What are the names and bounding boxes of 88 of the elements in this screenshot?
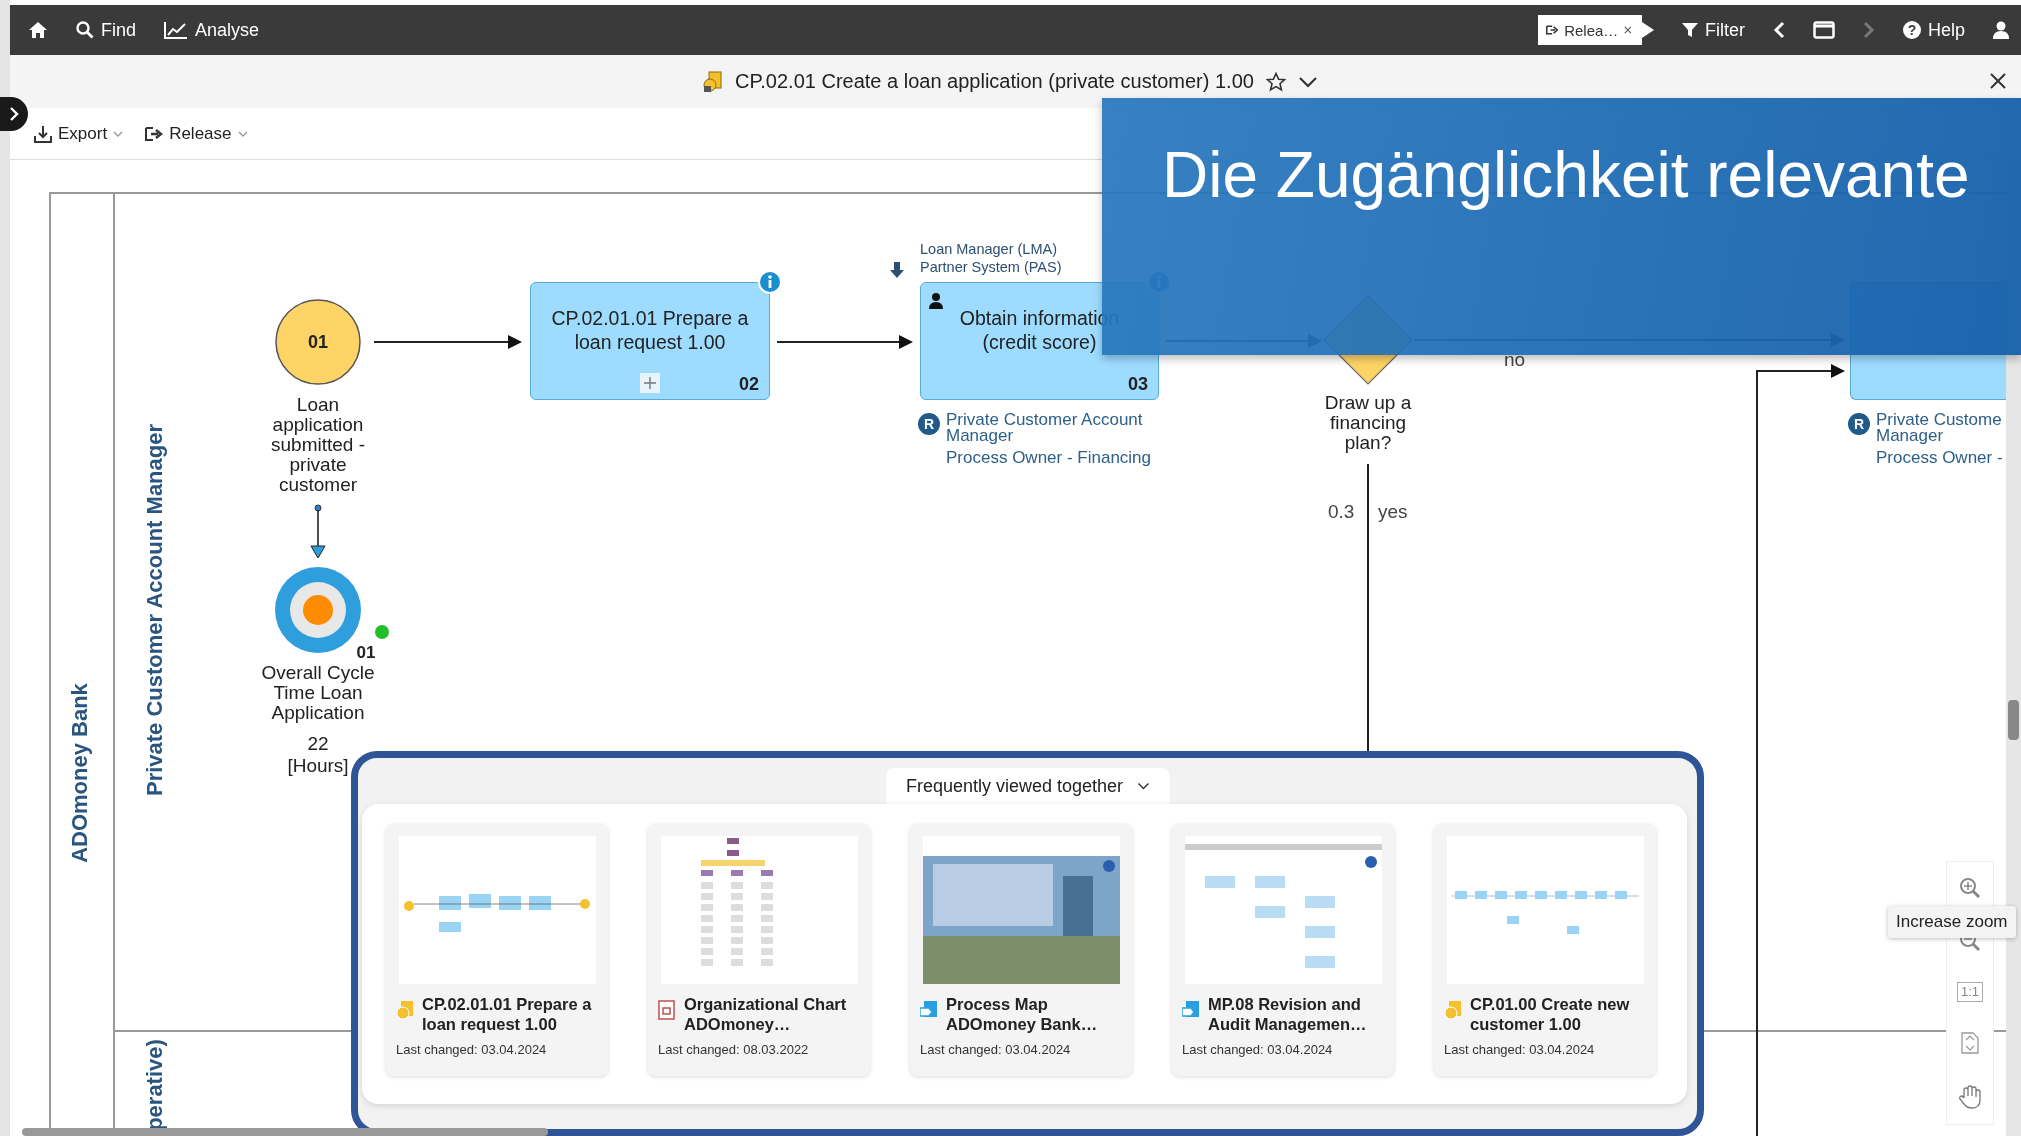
model-card[interactable]: CP.02.01.01 Prepare a loan request 1.00 Last changed: 03.04.2024 <box>386 824 608 1076</box>
filter-icon <box>1681 22 1698 38</box>
role-text[interactable]: Private Customer Account Manager <box>946 412 1156 444</box>
gateway-label: Draw up a financing plan? <box>1323 393 1413 453</box>
hand-icon[interactable] <box>1959 1084 1981 1109</box>
info-icon[interactable] <box>758 270 782 294</box>
process-map-document-icon <box>920 1000 938 1020</box>
zoom-in-icon[interactable] <box>1959 877 1981 900</box>
event-label: Loan application submitted - private customer <box>270 395 366 495</box>
favorite-star-icon[interactable] <box>1265 71 1286 92</box>
scrollbar-thumb[interactable] <box>22 1128 548 1136</box>
search-icon <box>76 21 94 39</box>
event-number: 01 <box>308 331 328 353</box>
release-icon <box>145 125 164 142</box>
expand-sidebar-button[interactable] <box>0 97 28 131</box>
model-card[interactable]: CP.01.00 Create new customer 1.00 Last changed: 03.04.2024 <box>1434 824 1656 1076</box>
model-card[interactable]: Process Map ADOmoney Bank… Last changed: 03.04.2024 <box>910 824 1132 1076</box>
role-text[interactable]: Process Owner - Financing <box>946 450 1156 466</box>
model-card[interactable]: Organizational Chart ADOmoney… Last changed: 08.03.2022 <box>648 824 870 1076</box>
role-badge: R <box>918 413 940 435</box>
close-icon[interactable] <box>1624 25 1632 35</box>
kpi-label: Overall Cycle Time Loan Application <box>260 663 376 723</box>
card-title[interactable]: CP.01.00 Create new customer 1.00 <box>1470 994 1646 1034</box>
kpi-unit: [Hours] <box>286 756 350 776</box>
chevron-down-icon <box>1137 782 1150 790</box>
caret-icon <box>113 129 124 138</box>
card-title[interactable]: CP.02.01.01 Prepare a loan request 1.00 <box>422 994 598 1034</box>
last-changed-date: Last changed: 03.04.2024 <box>396 1042 548 1057</box>
last-changed-date: Last changed: 03.04.2024 <box>1444 1042 1596 1057</box>
release-button[interactable]: Release <box>145 123 248 144</box>
card-title[interactable]: MP.08 Revision and Audit Managemen… <box>1208 994 1384 1034</box>
task-title: CP.02.01.01 Prepare a loan request 1.00 <box>550 306 750 354</box>
scrollbar-thumb[interactable] <box>2008 700 2019 740</box>
download-icon <box>34 124 52 143</box>
pool-label: ADOmoney Bank <box>67 683 93 863</box>
chevron-right-icon <box>9 107 19 121</box>
model-title: CP.02.01 Create a loan application (private customer) 1.00 <box>735 70 1254 93</box>
lane-label: perative) <box>142 1039 168 1131</box>
branch-label: no <box>1504 349 1526 371</box>
actual-size-button[interactable]: 1:1 <box>1956 981 1984 1002</box>
analyse-button[interactable]: Analyse <box>164 13 260 47</box>
card-title[interactable]: Process Map ADOmoney Bank… <box>946 994 1122 1034</box>
kpi-connector-arrow <box>310 504 326 559</box>
caption-text: Die Zugänglichkeit relevante <box>1162 138 1970 212</box>
close-icon[interactable] <box>1990 73 2006 89</box>
status-dot-icon <box>375 625 389 639</box>
lane-label: Private Customer Account Manager <box>142 423 168 797</box>
find-button[interactable]: Find <box>76 13 136 47</box>
branch-probability: 0.3 <box>1328 501 1355 523</box>
user-icon <box>1993 21 2009 39</box>
org-chart-document-icon <box>658 1000 676 1020</box>
start-event-circle[interactable] <box>275 299 361 385</box>
zoom-tooltip: Increase zoom <box>1888 906 2016 938</box>
task-number: 03 <box>1127 374 1148 395</box>
down-arrow-icon <box>890 262 904 278</box>
task-number: 02 <box>738 374 759 395</box>
kpi-number: 01 <box>356 643 376 663</box>
last-changed-date: Last changed: 03.04.2024 <box>1182 1042 1334 1057</box>
export-button[interactable]: Export <box>34 123 124 144</box>
role-text[interactable]: Private Custome Manager <box>1876 412 2002 444</box>
role-badge: R <box>1848 413 1870 435</box>
line-chart-icon <box>164 21 188 39</box>
fit-page-icon[interactable] <box>1961 1032 1979 1055</box>
home-icon <box>28 21 48 39</box>
model-card[interactable]: MP.08 Revision and Audit Managemen… Last changed: 03.04.2024 <box>1172 824 1394 1076</box>
process-document-icon <box>1444 1000 1462 1020</box>
system-annotation: Loan Manager (LMA) Partner System (PAS) <box>920 240 1062 276</box>
help-button[interactable]: ? Help <box>1902 13 1965 47</box>
process-map-document-icon <box>1182 1000 1200 1020</box>
chevron-down-icon[interactable] <box>1297 74 1318 89</box>
chevron-right-icon <box>1862 21 1875 39</box>
expand-subprocess-icon[interactable] <box>640 373 660 393</box>
process-document-icon <box>703 70 724 93</box>
caret-icon <box>237 129 248 138</box>
release-icon <box>1545 23 1559 37</box>
role-text[interactable]: Process Owner - <box>1876 450 2003 466</box>
last-changed-date: Last changed: 08.03.2022 <box>658 1042 810 1057</box>
kpi-value: 22 <box>306 734 330 754</box>
last-changed-date: Last changed: 03.04.2024 <box>920 1042 1072 1057</box>
pointer-triangle-icon <box>1641 22 1654 38</box>
branch-label: yes <box>1378 501 1408 523</box>
task-box[interactable]: CP.02.01.01 Prepare a loan request 1.00 02 <box>530 282 770 400</box>
card-title[interactable]: Organizational Chart ADOmoney… <box>684 994 860 1034</box>
process-document-icon <box>396 1000 414 1020</box>
chevron-left-icon <box>1772 21 1785 39</box>
filter-button[interactable]: Filter <box>1681 13 1745 47</box>
window-icon <box>1812 21 1835 39</box>
related-heading-dropdown[interactable]: Frequently viewed together <box>885 768 1170 804</box>
